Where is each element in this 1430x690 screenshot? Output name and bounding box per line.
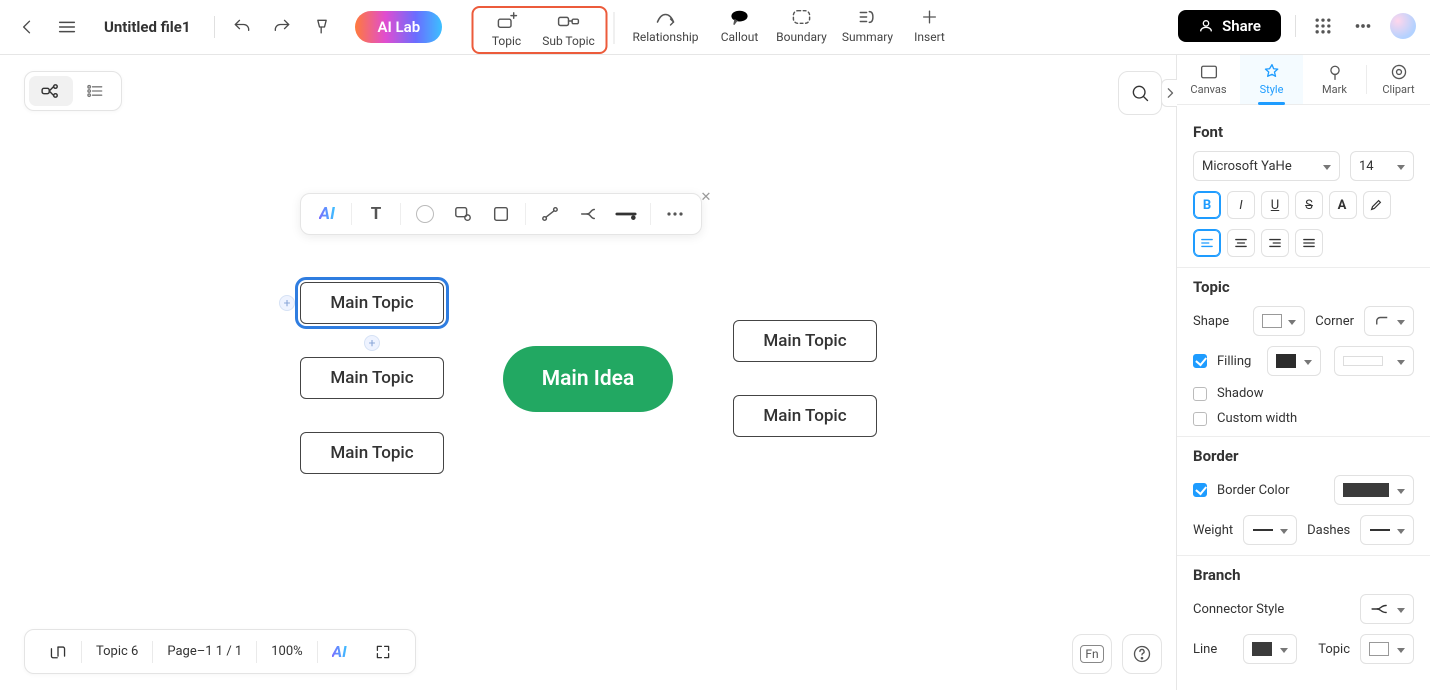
filling-color-select[interactable] — [1267, 346, 1321, 376]
mindmap: Main Idea Main Topic + + Main Topic Main… — [0, 55, 1176, 690]
weight-label: Weight — [1193, 523, 1233, 538]
align-left-button[interactable] — [1193, 229, 1221, 257]
callout-button[interactable]: Callout — [711, 6, 769, 44]
tab-clipart[interactable]: Clipart — [1367, 55, 1430, 104]
left-topic-1[interactable]: Main Topic — [300, 357, 444, 399]
filling-label: Filling — [1217, 354, 1251, 369]
branch-section-title: Branch — [1193, 566, 1414, 584]
add-topic-button[interactable]: Topic — [478, 10, 536, 48]
branch-topic-select[interactable] — [1360, 634, 1414, 664]
align-right-button[interactable] — [1261, 229, 1289, 257]
search-button[interactable] — [1118, 71, 1162, 115]
add-below-icon[interactable]: + — [364, 335, 380, 351]
insert-button[interactable]: Insert — [901, 6, 959, 44]
filling-check[interactable] — [1193, 354, 1207, 368]
more-icon[interactable] — [1350, 13, 1376, 39]
font-section-title: Font — [1193, 123, 1414, 141]
tab-style[interactable]: Style — [1240, 55, 1303, 104]
corner-select[interactable] — [1364, 306, 1414, 336]
topic-section-title: Topic — [1193, 278, 1414, 296]
fullscreen-icon[interactable] — [361, 638, 405, 666]
branch-topic-label: Topic — [1318, 642, 1350, 657]
pages-icon[interactable] — [35, 638, 81, 666]
shadow-label: Shadow — [1217, 386, 1263, 401]
add-left-icon[interactable]: + — [279, 295, 295, 311]
help-button[interactable] — [1122, 634, 1162, 674]
bold-button[interactable]: B — [1193, 191, 1221, 219]
font-color-button[interactable]: A — [1329, 191, 1357, 219]
undo-icon[interactable] — [229, 14, 255, 40]
connector-label: Connector Style — [1193, 602, 1284, 617]
right-topic-0[interactable]: Main Topic — [733, 320, 877, 362]
panel-tabs: Canvas Style Mark Clipart — [1177, 55, 1430, 105]
weight-select[interactable] — [1243, 515, 1297, 545]
status-bar: Topic 6 Page–1 1 / 1 100% AI — [24, 629, 416, 674]
back-icon[interactable] — [14, 14, 40, 40]
boundary-button[interactable]: Boundary — [769, 6, 835, 44]
redo-icon[interactable] — [269, 14, 295, 40]
left-topic-0[interactable]: Main Topic — [300, 282, 444, 324]
dashes-select[interactable] — [1360, 515, 1414, 545]
fn-button[interactable]: Fn — [1072, 634, 1112, 674]
shape-label: Shape — [1193, 314, 1243, 329]
add-subtopic-button[interactable]: Sub Topic — [536, 10, 602, 48]
font-size-select[interactable]: 14 — [1350, 151, 1414, 181]
connector-select[interactable] — [1360, 594, 1414, 624]
line-color-select[interactable] — [1243, 634, 1297, 664]
right-panel: Canvas Style Mark Clipart Font Microsoft… — [1176, 55, 1430, 690]
dashes-label: Dashes — [1307, 523, 1350, 538]
divider — [214, 16, 215, 38]
panel-body: Font Microsoft YaHe 14 B I U S A Top — [1177, 105, 1430, 690]
right-topic-1[interactable]: Main Topic — [733, 395, 877, 437]
strike-button[interactable]: S — [1295, 191, 1323, 219]
topic-label: Topic — [492, 34, 521, 48]
top-bar: Untitled file1 AI Lab Topic Sub Topic — [0, 0, 1430, 55]
topic-count: Topic 6 — [82, 638, 152, 665]
topic-tools-highlight: Topic Sub Topic — [472, 6, 608, 54]
highlight-button[interactable] — [1363, 191, 1391, 219]
apps-icon[interactable] — [1310, 13, 1336, 39]
center-node[interactable]: Main Idea — [503, 346, 673, 412]
summary-button[interactable]: Summary — [835, 6, 901, 44]
border-color-label: Border Color — [1217, 483, 1290, 498]
corner-label: Corner — [1315, 314, 1354, 329]
zoom-level[interactable]: 100% — [257, 638, 316, 665]
subtopic-label: Sub Topic — [542, 34, 595, 48]
align-center-button[interactable] — [1227, 229, 1255, 257]
border-color-check[interactable] — [1193, 483, 1207, 497]
share-button[interactable]: Share — [1178, 10, 1281, 42]
custom-width-check[interactable] — [1193, 412, 1207, 426]
page-indicator[interactable]: Page–1 1 / 1 — [153, 638, 256, 665]
shape-select[interactable] — [1253, 306, 1305, 336]
ai-footer-button[interactable]: AI — [318, 636, 361, 667]
border-color-select[interactable] — [1334, 475, 1414, 505]
top-left-group: Untitled file1 AI Lab — [14, 11, 442, 43]
tab-canvas[interactable]: Canvas — [1177, 55, 1240, 104]
menu-icon[interactable] — [54, 14, 80, 40]
user-avatar[interactable] — [1390, 13, 1416, 39]
ai-lab-button[interactable]: AI Lab — [355, 11, 442, 43]
underline-button[interactable]: U — [1261, 191, 1289, 219]
left-topic-2[interactable]: Main Topic — [300, 432, 444, 474]
filling-pattern-select[interactable] — [1334, 346, 1414, 376]
line-label: Line — [1193, 642, 1233, 657]
custom-width-label: Custom width — [1217, 411, 1297, 426]
top-center-tools: Topic Sub Topic Relationship Callout Bou… — [472, 0, 959, 55]
file-name[interactable]: Untitled file1 — [104, 18, 190, 36]
italic-button[interactable]: I — [1227, 191, 1255, 219]
top-right-group: Share — [1178, 10, 1416, 42]
top-separator — [614, 12, 615, 44]
panel-collapse-icon[interactable] — [1161, 79, 1177, 107]
border-section-title: Border — [1193, 447, 1414, 465]
canvas-area[interactable]: AI T ✕ Main Idea Main Topic — [0, 55, 1176, 690]
divider — [1295, 15, 1296, 37]
format-painter-icon[interactable] — [309, 14, 335, 40]
shadow-check[interactable] — [1193, 387, 1207, 401]
relationship-button[interactable]: Relationship — [621, 6, 711, 44]
align-justify-button[interactable] — [1295, 229, 1323, 257]
tab-mark[interactable]: Mark — [1303, 55, 1366, 104]
font-family-select[interactable]: Microsoft YaHe — [1193, 151, 1340, 181]
bottom-right-tools: Fn — [1072, 634, 1162, 674]
